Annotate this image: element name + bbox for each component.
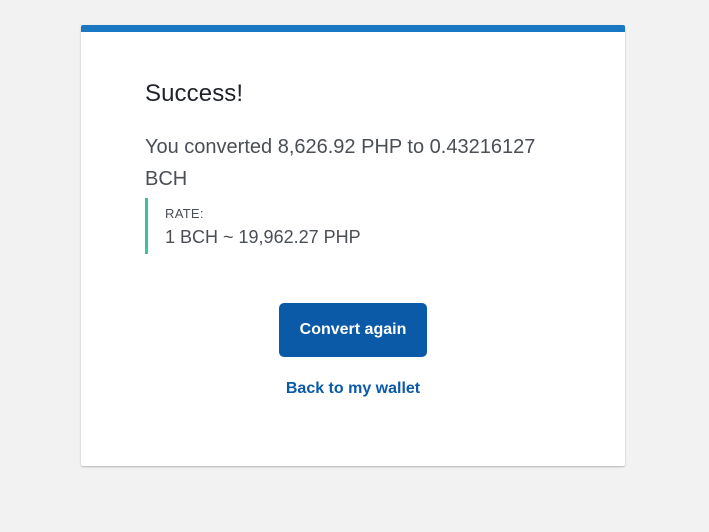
conversion-message: You converted 8,626.92 PHP to 0.43216127… — [145, 136, 536, 190]
convert-again-button[interactable]: Convert again — [279, 303, 427, 357]
rate-label: RATE: — [165, 206, 204, 221]
back-to-wallet-link[interactable]: Back to my wallet — [253, 380, 453, 398]
rate-box: RATE: 1 BCH ~ 19,962.27 PHP — [145, 198, 361, 254]
success-card: Success! You converted 8,626.92 PHP to 0… — [81, 25, 625, 466]
success-title: Success! — [145, 80, 244, 107]
rate-value: 1 BCH ~ 19,962.27 PHP — [165, 227, 361, 247]
